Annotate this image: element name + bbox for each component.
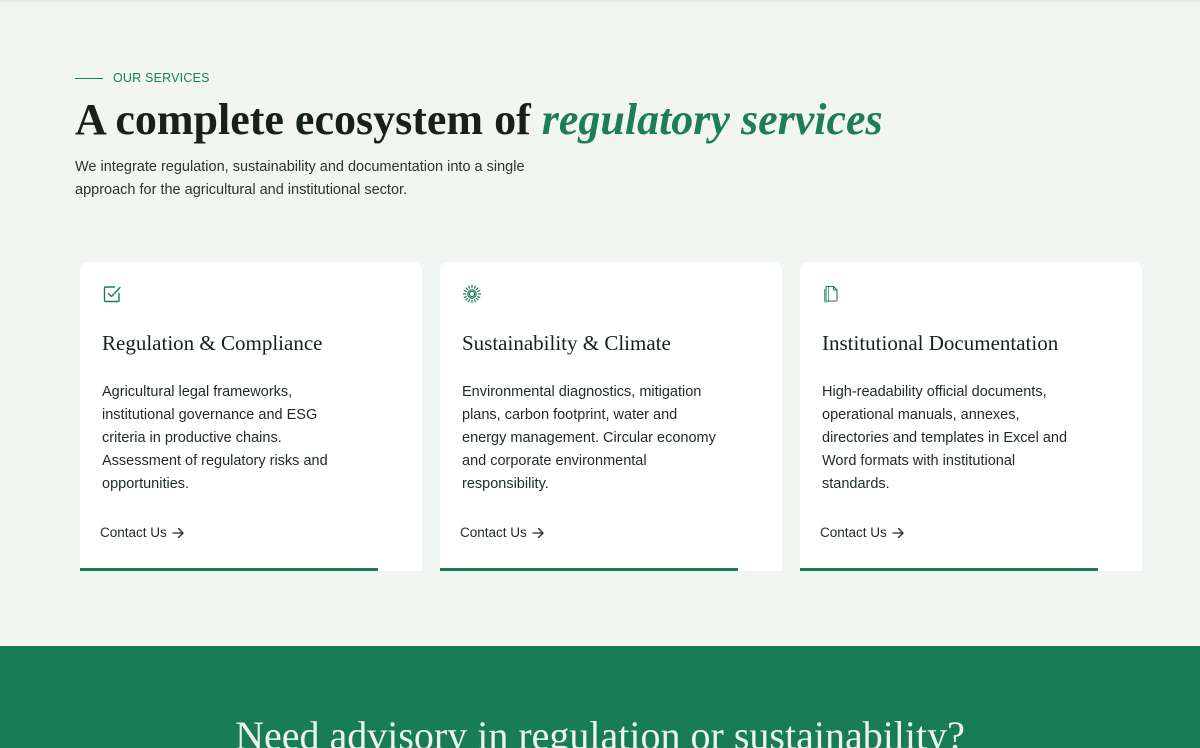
card-accent-bar bbox=[80, 568, 378, 571]
card-description: Agricultural legal frameworks, instituti… bbox=[102, 384, 328, 492]
cta-band: Need advisory in regulation or sustainab… bbox=[0, 646, 1200, 748]
section-lead: We integrate regulation, sustainability … bbox=[75, 159, 525, 198]
documents-icon bbox=[822, 284, 842, 304]
checkbox-icon bbox=[102, 284, 122, 304]
service-card-documentation: Institutional Documentation High-readabi… bbox=[800, 262, 1142, 571]
sun-icon bbox=[462, 284, 482, 304]
service-card-regulation: Regulation & Compliance Agricultural leg… bbox=[80, 262, 422, 571]
contact-us-link[interactable]: Contact Us bbox=[100, 525, 185, 540]
arrow-right-icon bbox=[172, 527, 184, 538]
card-title: Sustainability & Climate bbox=[462, 331, 671, 355]
eyebrow-label: OUR SERVICES bbox=[113, 71, 210, 85]
header-shadow bbox=[0, 0, 1200, 3]
eyebrow-rule bbox=[75, 77, 103, 79]
arrow-right-icon bbox=[532, 527, 544, 538]
cta-band-heading: Need advisory in regulation or sustainab… bbox=[235, 713, 965, 748]
card-title: Regulation & Compliance bbox=[102, 331, 323, 355]
card-accent-bar bbox=[800, 568, 1098, 571]
section-title-plain: A complete ecosystem of bbox=[75, 95, 542, 144]
card-title: Institutional Documentation bbox=[822, 331, 1059, 355]
contact-us-label: Contact Us bbox=[460, 525, 527, 540]
section-eyebrow: OUR SERVICES bbox=[75, 71, 210, 85]
card-accent-bar bbox=[440, 568, 738, 571]
contact-us-link[interactable]: Contact Us bbox=[460, 525, 545, 540]
contact-us-label: Contact Us bbox=[100, 525, 167, 540]
contact-us-link[interactable]: Contact Us bbox=[820, 525, 905, 540]
card-description: High-readability official documents, ope… bbox=[822, 384, 1068, 492]
section-title-accent: regulatory services bbox=[541, 95, 883, 144]
arrow-right-icon bbox=[892, 527, 904, 538]
section-title: A complete ecosystem of regulatory servi… bbox=[75, 96, 883, 144]
card-description: Environmental diagnostics, mitigation pl… bbox=[462, 384, 716, 492]
contact-us-label: Contact Us bbox=[820, 525, 887, 540]
service-card-sustainability: Sustainability & Climate Environmental d… bbox=[440, 262, 782, 571]
